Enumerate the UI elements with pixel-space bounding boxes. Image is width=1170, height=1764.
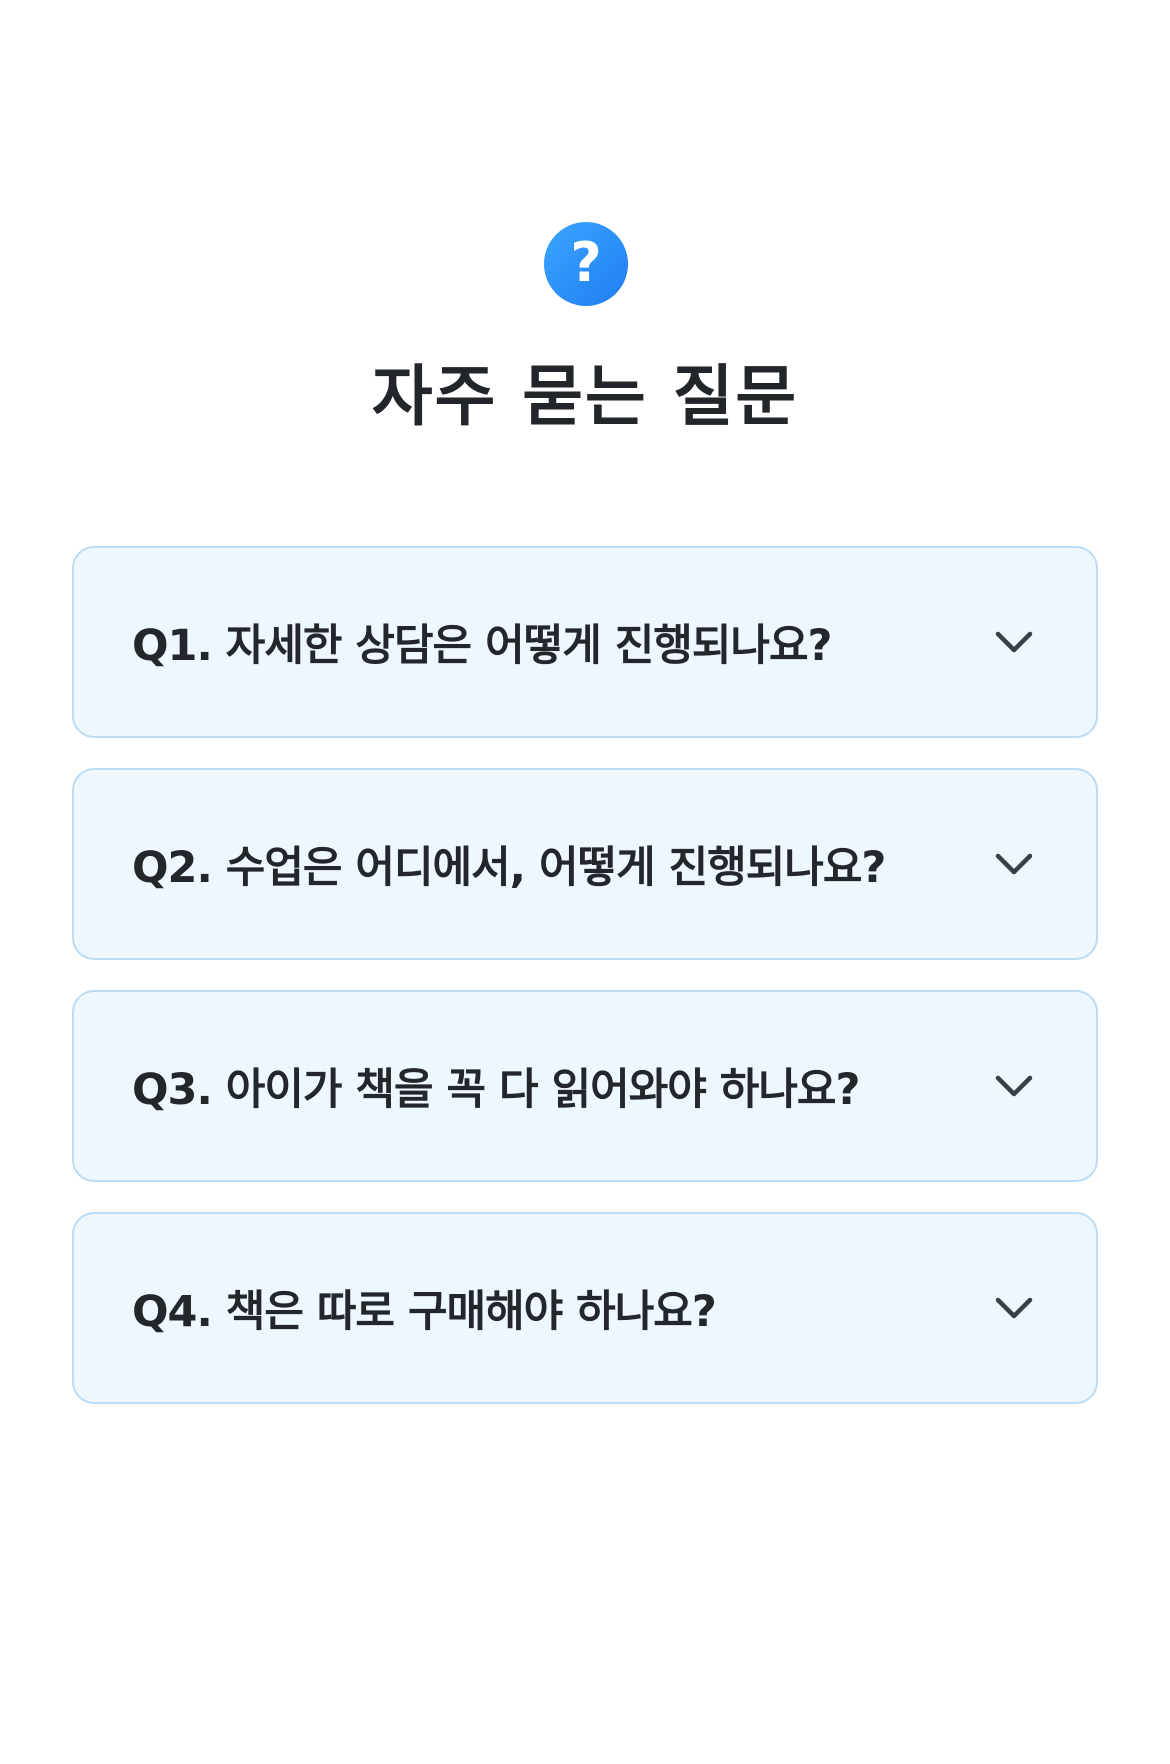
chevron-down-icon[interactable] <box>990 840 1038 888</box>
faq-item-4[interactable]: Q4. 책은 따로 구매해야 하나요? <box>72 1212 1098 1404</box>
faq-question: Q3. 아이가 책을 꼭 다 읽어와야 하나요? <box>132 1065 860 1115</box>
faq-page: ? 자주 묻는 질문 Q1. 자세한 상담은 어떻게 진행되나요? Q2. 수업… <box>0 0 1170 1764</box>
faq-list: Q1. 자세한 상담은 어떻게 진행되나요? Q2. 수업은 어디에서, 어떻게… <box>72 546 1098 1434</box>
page-title: 자주 묻는 질문 <box>371 358 799 435</box>
faq-item-2[interactable]: Q2. 수업은 어디에서, 어떻게 진행되나요? <box>72 768 1098 960</box>
faq-item-1[interactable]: Q1. 자세한 상담은 어떻게 진행되나요? <box>72 546 1098 738</box>
chevron-down-icon[interactable] <box>990 1062 1038 1110</box>
chevron-down-icon[interactable] <box>990 618 1038 666</box>
faq-item-3[interactable]: Q3. 아이가 책을 꼭 다 읽어와야 하나요? <box>72 990 1098 1182</box>
faq-question: Q4. 책은 따로 구매해야 하나요? <box>132 1287 717 1337</box>
faq-question: Q1. 자세한 상담은 어떻게 진행되나요? <box>132 621 832 671</box>
question-mark-glyph: ? <box>570 231 602 294</box>
faq-question: Q2. 수업은 어디에서, 어떻게 진행되나요? <box>132 843 886 893</box>
chevron-down-icon[interactable] <box>990 1284 1038 1332</box>
question-circle-icon: ? <box>544 222 628 306</box>
